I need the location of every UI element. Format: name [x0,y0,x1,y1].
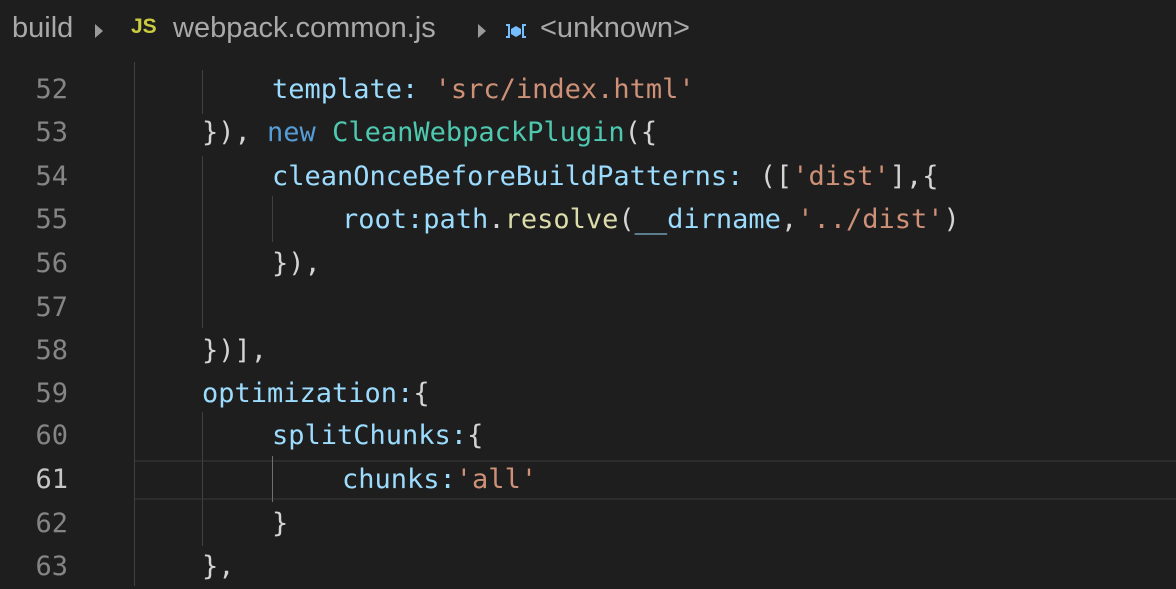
code-line[interactable]: 55 root:path.resolve(__dirname,'../dist') [0,198,1176,242]
code-token: }), [272,248,321,279]
code-token: ({ [624,117,658,148]
code-token: '../dist' [797,204,944,235]
code-line[interactable]: 59 optimization:{ [0,372,1176,416]
line-number: 56 [35,248,68,279]
code-text: splitChunks:{ [272,414,483,458]
code-line[interactable]: 53}), new CleanWebpackPlugin({ [0,111,1176,155]
code-token: . [488,204,505,235]
code-line[interactable]: 58})], [0,329,1176,373]
code-token: root: [342,204,424,235]
code-text: })], [202,329,267,373]
code-text: } [272,502,288,546]
code-text: optimization:{ [202,372,430,416]
code-token: ( [618,204,635,235]
code-text: template: 'src/index.html' [272,68,695,112]
code-line[interactable]: 63}, [0,545,1176,589]
code-line[interactable]: 57 [0,286,1176,330]
code-token: __dirname [634,204,781,235]
code-text: cleanOnceBeforeBuildPatterns: (['dist'],… [272,155,939,199]
code-token: optimization: [202,378,414,409]
code-token: ([ [759,161,793,192]
code-line[interactable]: 52 template: 'src/index.html' [0,68,1176,112]
code-token: template: [272,74,435,105]
line-number: 63 [35,551,68,582]
breadcrumb-symbol[interactable]: <unknown> [540,12,690,45]
line-number: 58 [35,335,68,366]
line-number: 59 [35,378,68,409]
code-text: root:path.resolve(__dirname,'../dist') [342,198,960,242]
code-line[interactable]: 60 splitChunks:{ [0,414,1176,458]
chevron-right-icon [95,24,103,38]
code-text: }, [202,545,235,589]
line-number: 61 [35,464,68,495]
code-token: resolve [504,204,619,235]
code-token: ],{ [889,161,939,192]
code-token: chunks: [342,464,456,495]
code-text: }), new CleanWebpackPlugin({ [202,111,657,155]
code-token: }, [202,551,235,582]
line-number: 62 [35,508,68,539]
line-number: 57 [35,292,68,323]
code-token: 'all' [455,464,538,495]
code-token: { [467,420,484,451]
code-token: { [413,378,430,409]
chevron-right-icon [478,24,486,38]
line-number: 55 [35,204,68,235]
line-number: 54 [35,161,68,192]
symbol-misc-icon [506,24,526,38]
code-token: }), [202,117,268,148]
code-line[interactable]: 61 chunks:'all' [0,458,1176,502]
javascript-file-icon: JS [131,15,157,38]
code-token: , [780,204,798,235]
code-text: }), [272,242,321,286]
breadcrumb: build JS webpack.common.js <unknown> [0,0,1176,62]
code-token: 'src/index.html' [434,74,695,105]
code-line[interactable]: 54 cleanOnceBeforeBuildPatterns: (['dist'… [0,155,1176,199]
code-token: path [423,204,489,235]
line-number: 52 [35,74,68,105]
code-line[interactable]: 62} [0,502,1176,546]
code-text: chunks:'all' [342,458,537,502]
code-token: 'dist' [792,161,890,192]
line-number: 60 [35,420,68,451]
code-token: splitChunks: [272,420,468,451]
code-token: ) [943,204,960,235]
code-token: } [272,508,289,539]
code-token: new [267,117,333,148]
code-line[interactable]: 56}), [0,242,1176,286]
code-token: cleanOnceBeforeBuildPatterns: [272,161,760,192]
breadcrumb-file[interactable]: webpack.common.js [173,12,436,45]
breadcrumb-folder[interactable]: build [12,12,73,45]
line-number: 53 [35,117,68,148]
code-token: CleanWebpackPlugin [332,117,625,148]
code-token: })], [202,335,268,366]
